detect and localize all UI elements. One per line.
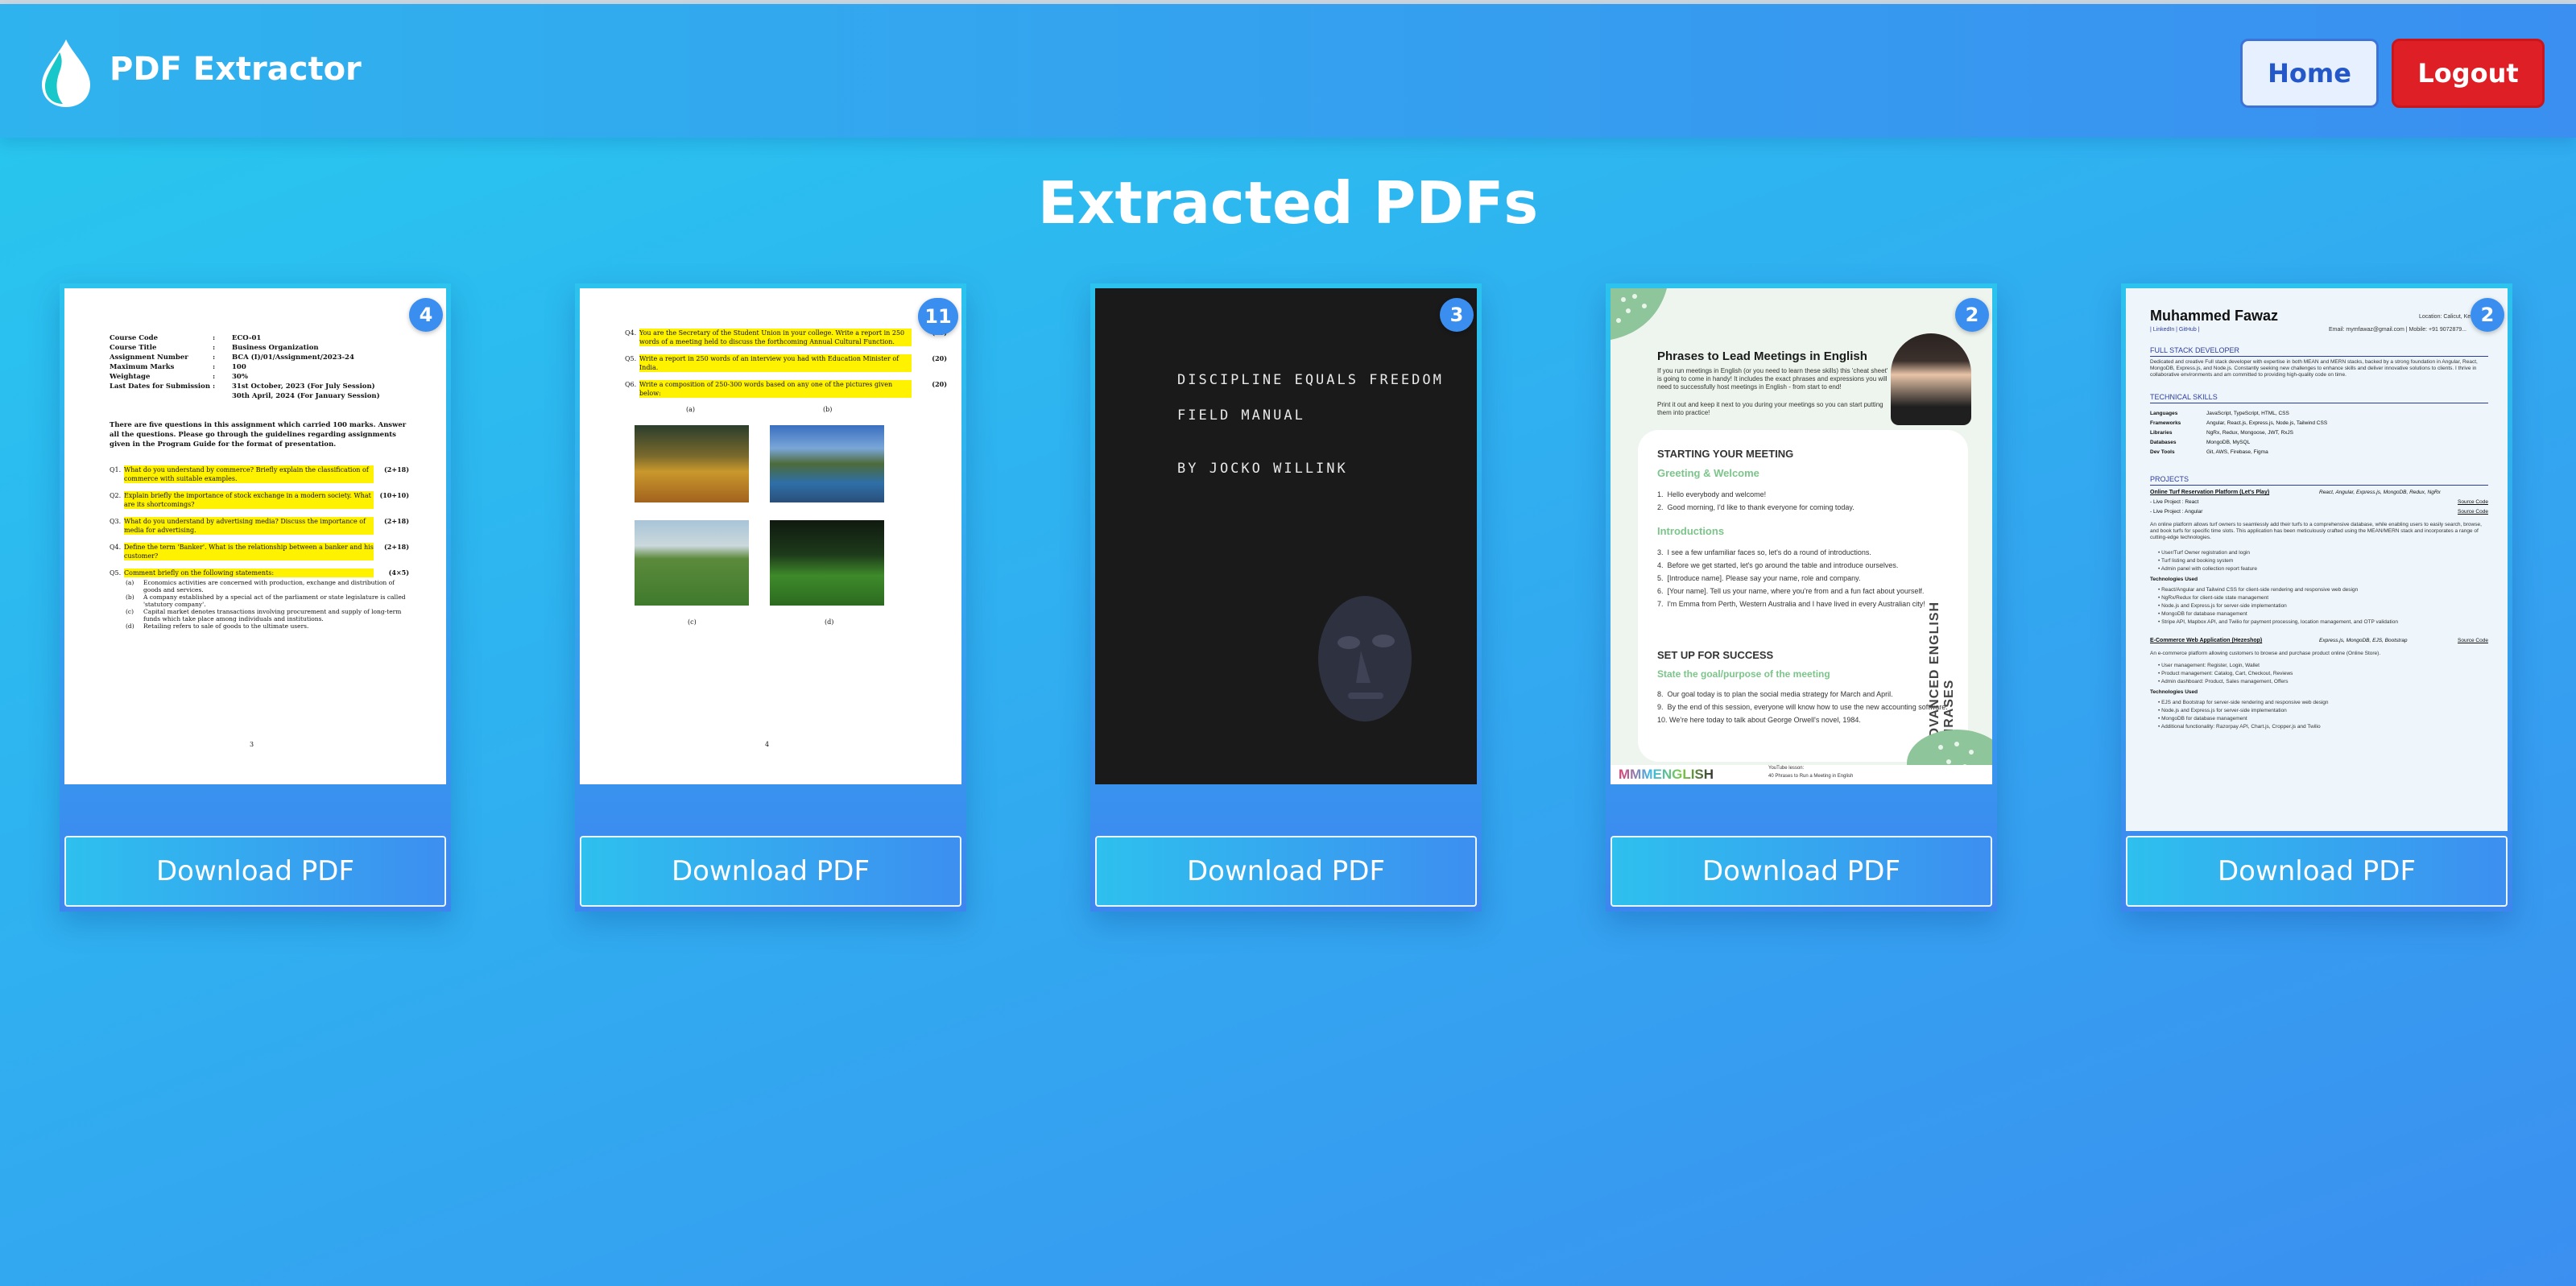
stadium-photo [635, 520, 749, 606]
brand-logo: MMMENGLISH [1619, 767, 1714, 782]
cv-project-title: Online Turf Reservation Platform (Let's … [2150, 490, 2270, 495]
sub-heading: Introductions [1657, 525, 1725, 537]
preview-intro: There are five questions in this assignm… [110, 421, 407, 449]
pdf-preview[interactable]: DISCIPLINE EQUALS FREEDOM FIELD MANUAL B… [1095, 288, 1477, 784]
sheet-tip: Print it out and keep it next to you dur… [1657, 401, 1883, 416]
app-name[interactable]: PDF Extractor [110, 51, 362, 88]
pdf-preview[interactable]: Q4. You are the Secretary of the Student … [580, 288, 961, 784]
page-count-badge: 3 [1440, 298, 1474, 332]
section-heading: SET UP FOR SUCCESS [1657, 649, 1774, 661]
download-pdf-button[interactable]: Download PDF [1611, 836, 1992, 907]
picture-label: (a) [686, 406, 696, 413]
pdf-card[interactable]: Course Code: ECO-01 Course Title: Business… [60, 283, 451, 912]
cv-skills: Languages JavaScript, TypeScript, HTML, C… [2150, 411, 2328, 455]
download-pdf-button[interactable]: Download PDF [64, 836, 446, 907]
page-count-badge: 2 [1955, 298, 1989, 332]
cv-role: FULL STACK DEVELOPER [2150, 346, 2240, 354]
pdf-card[interactable]: Muhammed Fawaz Location: Calicut, Kerala… [2121, 283, 2512, 912]
preview-page-number: 3 [250, 741, 254, 748]
page-title: Extracted PDFs [1037, 169, 1539, 237]
football-photo [770, 520, 884, 606]
sheet-intro: If you run meetings in English (or you n… [1657, 367, 1888, 391]
download-pdf-button[interactable]: Download PDF [580, 836, 961, 907]
sub-heading: Greeting & Welcome [1657, 467, 1759, 479]
cv-name: Muhammed Fawaz [2150, 308, 2279, 324]
cv-projects-title: PROJECTS [2150, 475, 2189, 483]
phrase-list: 1. Hello everybody and welcome! 2. Good … [1657, 490, 1854, 511]
preview-header-table: Course Code: ECO-01 Course Title: Business… [110, 334, 380, 400]
phrase-list: 3. I see a few unfamiliar faces so, let'… [1657, 548, 1925, 608]
preview-questions: Q4. You are the Secretary of the Student … [625, 329, 947, 398]
section-heading: STARTING YOUR MEETING [1657, 448, 1794, 460]
lake-photo [770, 425, 884, 502]
pdf-card[interactable]: Phrases to Lead Meetings in English If y… [1606, 283, 1997, 912]
book-title: DISCIPLINE EQUALS FREEDOM [1177, 372, 1444, 388]
cv-project-title: E-Commerce Web Application (Hezeshop) [2150, 638, 2263, 643]
book-author: BY JOCKO WILLINK [1177, 461, 1348, 477]
picture-label: (b) [823, 406, 833, 413]
download-pdf-button[interactable]: Download PDF [1095, 836, 1477, 907]
page-count-badge: 4 [409, 298, 443, 332]
pdf-card[interactable]: DISCIPLINE EQUALS FREEDOM FIELD MANUAL B… [1090, 283, 1482, 912]
preview-page-number: 4 [765, 741, 770, 748]
side-title: ADVANCED ENGLISH PHRASES [1928, 601, 1956, 747]
phrases-panel: STARTING YOUR MEETING Greeting & Welcome… [1638, 430, 1968, 762]
picture-label: (d) [825, 618, 834, 626]
pdf-preview[interactable]: Course Code: ECO-01 Course Title: Business… [64, 288, 446, 784]
home-button[interactable]: Home [2240, 39, 2379, 108]
water-drop-icon[interactable] [35, 36, 97, 110]
app-header: PDF Extractor Home Logout [0, 4, 2576, 138]
landscape-photo [635, 425, 749, 502]
sub-heading: State the goal/purpose of the meeting [1657, 668, 1830, 680]
page-count-badge: 11 [918, 298, 958, 335]
sheet-footer: MMMENGLISH YouTube lesson: 40 Phrases to… [1611, 765, 1992, 784]
presenter-photo [1891, 333, 1971, 425]
page-count-badge: 2 [2471, 298, 2504, 332]
phrase-list: 8. Our goal today is to plan the social … [1657, 690, 1948, 724]
cv-summary: Dedicated and creative Full stack develo… [2150, 359, 2478, 378]
cv-contact: Email: mymfawaz@gmail.com | Mobile: +91 … [2329, 327, 2466, 333]
pdf-preview[interactable]: Phrases to Lead Meetings in English If y… [1611, 288, 1992, 784]
download-pdf-button[interactable]: Download PDF [2126, 836, 2508, 907]
cv-links: | LinkedIn | GitHub | [2150, 327, 2200, 333]
sheet-title: Phrases to Lead Meetings in English [1657, 349, 1867, 363]
picture-label: (c) [688, 618, 697, 626]
book-subtitle: FIELD MANUAL [1177, 407, 1305, 424]
preview-questions: Q1. What do you understand by commerce? B… [110, 465, 409, 630]
pdf-card[interactable]: Q4. You are the Secretary of the Student … [575, 283, 966, 912]
logout-button[interactable]: Logout [2392, 39, 2545, 108]
cv-skills-title: TECHNICAL SKILLS [2150, 393, 2218, 401]
leaf-decoration-icon [1611, 288, 1667, 340]
pdf-preview[interactable]: Muhammed Fawaz Location: Calicut, Kerala… [2126, 288, 2508, 831]
face-silhouette-icon [1318, 596, 1412, 722]
